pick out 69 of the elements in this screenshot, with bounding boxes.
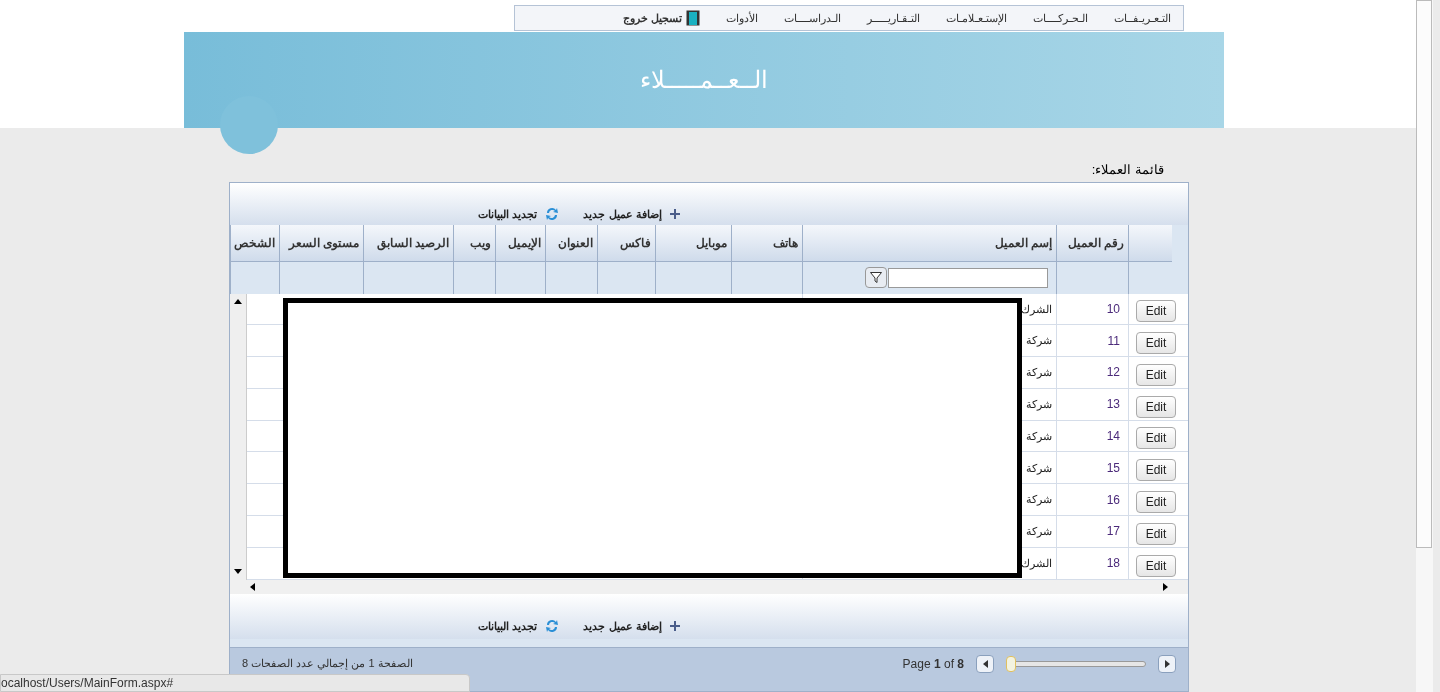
column-header[interactable]: هاتف [731,224,802,261]
table-cell: 10 [1056,293,1128,325]
page-scrollbar[interactable] [1416,0,1433,692]
list-label: قائمة العملاء: [1091,161,1164,179]
add-customer-button[interactable]: إضافة عميل جديد [583,618,680,635]
menu-item[interactable]: الإستـعـلامـات [946,9,1007,27]
plus-icon [669,209,680,220]
table-cell: 14 [1056,420,1128,452]
refresh-icon [545,619,560,634]
menu-item[interactable]: التـقـاريـــــر [867,9,920,27]
page-slider[interactable] [1006,655,1146,672]
next-page-button[interactable] [1158,654,1176,673]
edit-button[interactable]: Edit [1136,395,1176,418]
scrollbar-thumb[interactable] [1416,0,1432,548]
edit-button[interactable]: Edit [1136,459,1176,482]
column-header[interactable]: رقم العميل [1056,224,1128,261]
filter-field[interactable] [888,267,1048,288]
table-cell: 18 [1056,547,1128,579]
edit-button[interactable]: Edit [1136,363,1176,386]
vertical-scrollbar[interactable] [230,293,247,580]
edit-button[interactable]: Edit [1136,522,1176,545]
column-header[interactable]: ويب [453,224,495,261]
scroll-right-icon[interactable] [1163,582,1168,591]
column-header[interactable]: فاكس [597,224,655,261]
table-cell: 17 [1056,515,1128,547]
edit-button[interactable]: Edit [1136,490,1176,513]
menu-item[interactable]: الـدراســــات [784,9,841,27]
left-arrow-icon [982,659,988,668]
edit-button[interactable]: Edit [1136,300,1176,323]
column-header[interactable]: موبايل [655,224,731,261]
menu-item[interactable]: الأدوات [726,9,758,27]
status-bar: ocalhost/Users/MainForm.aspx# [0,674,470,692]
column-header[interactable]: مستوى السعر [279,224,363,261]
table-cell: 11 [1056,325,1128,357]
menu-item[interactable]: الـحـركــــات [1033,9,1088,27]
edit-button[interactable]: Edit [1136,427,1176,450]
header-cell [1128,224,1172,261]
edit-button[interactable]: Edit [1136,332,1176,355]
page-summary: الصفحة 1 من إجمالي عدد الصفحات 8 [242,655,413,671]
column-header[interactable]: الرصيد السابق [363,224,453,261]
filter-cell [597,260,655,294]
filter-cell [495,260,545,294]
slider-thumb[interactable] [1006,655,1016,672]
plus-icon [669,621,680,632]
filter-cell [545,260,597,294]
menu-item[interactable]: التـعـريـفــات [1114,9,1171,27]
refresh-button[interactable]: تجديد البيانات [478,618,560,635]
table-cell: 13 [1056,388,1128,420]
logout-link[interactable]: تسجيل خروج [622,9,700,27]
table-cell: 16 [1056,484,1128,515]
door-icon [686,10,700,26]
refresh-icon [545,207,560,222]
filter-icon [870,272,882,283]
filter-cell [453,260,495,294]
column-header[interactable]: الشخص [230,224,279,261]
scroll-left-icon[interactable] [250,582,255,591]
refresh-button[interactable]: تجديد البيانات [478,206,560,223]
previous-page-button[interactable] [976,654,994,673]
table-cell: 12 [1056,357,1128,388]
filter-button[interactable] [865,267,887,288]
column-header[interactable]: الإيميل [495,224,545,261]
page-label: Page 1 of 8 [902,655,964,673]
column-header[interactable]: العنوان [545,224,597,261]
column-header[interactable]: إسم العميل [802,224,1056,261]
edit-button[interactable]: Edit [1136,554,1176,577]
right-arrow-icon [1164,659,1170,668]
table-cell: 15 [1056,452,1128,484]
page-title: الــعــمـــــلاء [640,65,768,95]
add-customer-button[interactable]: إضافة عميل جديد [583,206,680,223]
